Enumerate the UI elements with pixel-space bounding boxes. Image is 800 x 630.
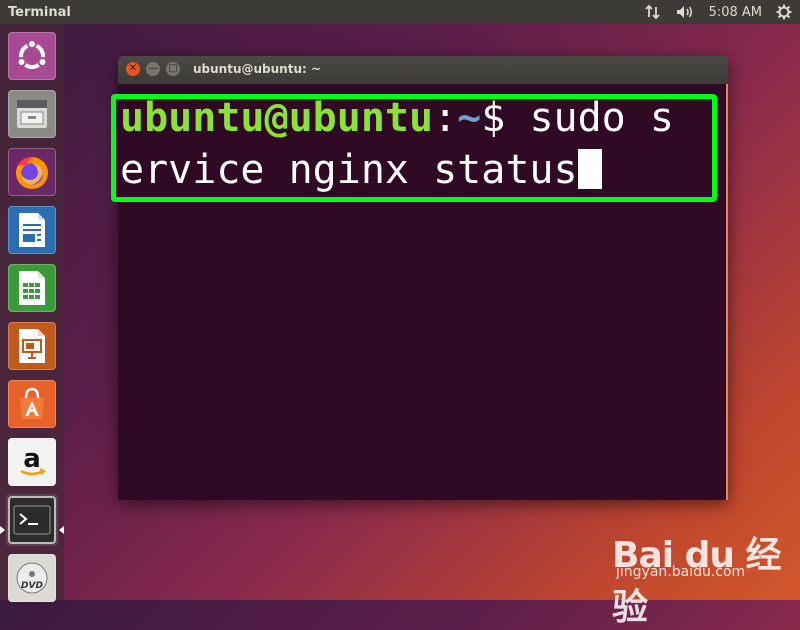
svg-text:DVD: DVD	[21, 581, 43, 591]
maximize-button[interactable]: □	[166, 62, 180, 76]
launcher-item-terminal[interactable]	[6, 494, 58, 546]
volume-icon[interactable]	[675, 4, 695, 20]
ubuntu-dash-icon	[8, 32, 56, 80]
minimize-button[interactable]: —	[146, 62, 160, 76]
launcher-item-dash[interactable]	[6, 30, 58, 82]
top-panel: Terminal 5:08 AM	[0, 0, 800, 24]
minimize-icon: —	[148, 63, 158, 74]
app-title: Terminal	[8, 4, 71, 20]
watermark-url: jingyan.baidu.com	[616, 564, 746, 580]
svg-text:a: a	[23, 444, 41, 474]
power-gear-icon[interactable]	[776, 4, 792, 20]
firefox-icon	[8, 148, 56, 196]
launcher-item-impress[interactable]	[6, 320, 58, 372]
impress-icon	[8, 322, 56, 370]
launcher-item-firefox[interactable]	[6, 146, 58, 198]
launcher: a DVD	[0, 24, 64, 602]
terminal-titlebar[interactable]: ✕ — □ ubuntu@ubuntu: ~	[118, 56, 728, 84]
indicator-area: 5:08 AM	[644, 0, 792, 24]
writer-icon	[8, 206, 56, 254]
maximize-icon: □	[168, 63, 178, 74]
software-center-icon	[8, 380, 56, 428]
dvd-icon: DVD	[8, 554, 56, 602]
running-indicator-left	[0, 526, 5, 534]
watermark: Bai du 经验 jingyan.baidu.com	[612, 512, 792, 628]
network-icon[interactable]	[644, 4, 661, 20]
launcher-item-amazon[interactable]: a	[6, 436, 58, 488]
amazon-icon: a	[8, 438, 56, 486]
files-icon	[8, 90, 56, 138]
launcher-item-calc[interactable]	[6, 262, 58, 314]
running-indicator-right	[59, 526, 64, 534]
launcher-item-files[interactable]	[6, 88, 58, 140]
launcher-item-dvd[interactable]: DVD	[6, 552, 58, 604]
terminal-icon	[8, 496, 56, 544]
highlight-box	[111, 94, 717, 202]
calc-icon	[8, 264, 56, 312]
launcher-item-writer[interactable]	[6, 204, 58, 256]
close-icon: ✕	[128, 63, 138, 74]
window-title: ubuntu@ubuntu: ~	[193, 62, 322, 76]
close-button[interactable]: ✕	[126, 62, 140, 76]
launcher-item-software[interactable]	[6, 378, 58, 430]
clock[interactable]: 5:08 AM	[709, 5, 762, 20]
